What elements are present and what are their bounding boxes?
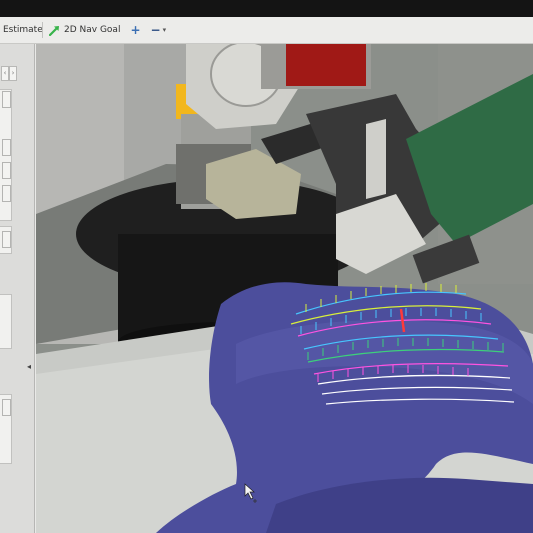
- scene-render: [36, 44, 533, 533]
- tree-expander[interactable]: [2, 185, 11, 202]
- gripper-bolt: [366, 119, 386, 199]
- tree-expander[interactable]: [2, 231, 11, 248]
- property-row-fragment: [0, 294, 12, 349]
- robot-red-cap: [286, 44, 366, 86]
- displays-panel: ‹ › ◂: [0, 44, 35, 533]
- plus-icon: +: [130, 23, 141, 37]
- add-tool-button[interactable]: +: [124, 17, 146, 43]
- nav-goal-tool[interactable]: 2D Nav Goal: [45, 17, 124, 43]
- chevron-down-icon: ▾: [162, 26, 167, 34]
- scroll-right-button[interactable]: ›: [9, 66, 17, 81]
- tree-expander[interactable]: [2, 162, 11, 179]
- rviz-toolbar: Estimate 2D Nav Goal + − ▾: [0, 17, 533, 44]
- tree-expander[interactable]: [2, 91, 11, 108]
- chevron-right-icon: ›: [11, 69, 15, 77]
- window-title-bar: [0, 0, 533, 17]
- minus-icon: −: [150, 23, 161, 37]
- 3d-viewport[interactable]: [36, 44, 533, 533]
- green-arrow-icon: [49, 25, 59, 36]
- remove-tool-button[interactable]: − ▾: [147, 17, 171, 43]
- pose-estimate-label: Estimate: [3, 25, 43, 35]
- toolbar-divider: [42, 22, 43, 38]
- nav-goal-label: 2D Nav Goal: [64, 25, 121, 35]
- tree-expander[interactable]: [2, 399, 11, 416]
- chevron-left-icon: ‹: [3, 69, 7, 77]
- tree-expander[interactable]: [2, 139, 11, 156]
- pose-estimate-tool[interactable]: Estimate: [0, 17, 43, 43]
- scroll-left-button[interactable]: ‹: [1, 66, 9, 81]
- collapse-panel-arrow-icon[interactable]: ◂: [27, 362, 31, 371]
